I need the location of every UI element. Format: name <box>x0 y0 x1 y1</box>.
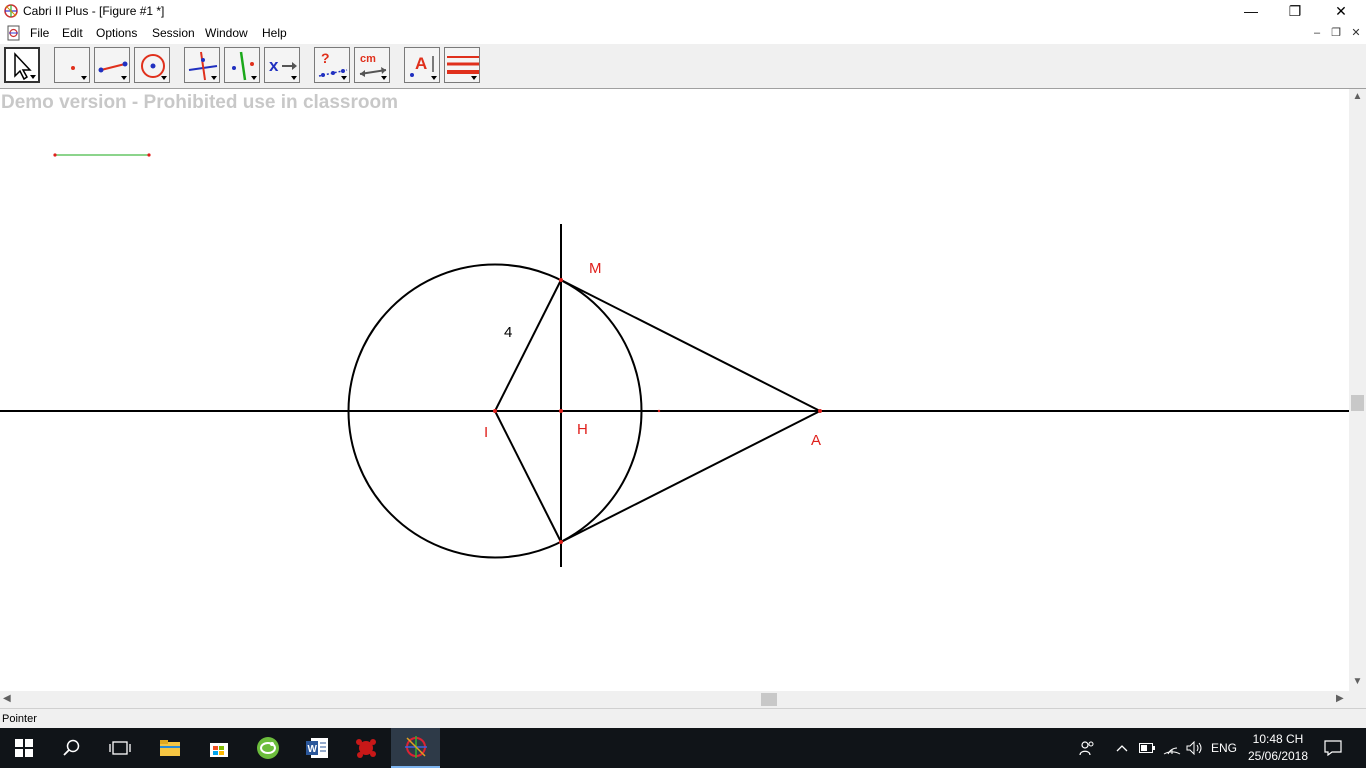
menu-options[interactable]: Options <box>96 26 137 40</box>
text-tool-label: A <box>415 54 427 73</box>
segment-endpoint[interactable] <box>147 153 151 157</box>
app-red-icon[interactable] <box>342 728 390 768</box>
menu-session[interactable]: Session <box>152 26 195 40</box>
clock-date: 25/06/2018 <box>1247 749 1309 763</box>
store-icon[interactable] <box>195 728 243 768</box>
macro-label: x <box>269 56 279 75</box>
document-icon[interactable] <box>6 25 22 41</box>
menu-bar: File Edit Options Session Window Help – … <box>0 22 1366 44</box>
word-icon[interactable]: W <box>293 728 341 768</box>
segment-IM[interactable] <box>494 279 562 412</box>
display-tool[interactable]: A <box>404 47 440 83</box>
cabri-app-icon <box>3 3 19 19</box>
point-I[interactable] <box>493 409 497 413</box>
scroll-right-arrow-icon[interactable]: ▶ <box>1336 693 1344 704</box>
horizontal-scroll-thumb[interactable] <box>761 693 777 706</box>
curve-tool[interactable] <box>134 47 170 83</box>
clock[interactable]: 10:48 CH 25/06/2018 <box>1246 731 1310 765</box>
tangent-MA[interactable] <box>560 279 821 412</box>
task-view-icon[interactable] <box>96 728 144 768</box>
measure-label: cm <box>360 53 376 65</box>
people-icon[interactable] <box>1074 728 1100 768</box>
mdi-restore-button[interactable]: ❐ <box>1328 25 1344 41</box>
mdi-minimize-button[interactable]: – <box>1309 25 1325 41</box>
volume-icon[interactable] <box>1184 728 1206 768</box>
status-bar: Pointer <box>0 708 1366 729</box>
wifi-icon[interactable] <box>1160 728 1184 768</box>
measure-tool[interactable]: cm <box>354 47 390 83</box>
point-A[interactable] <box>818 409 822 413</box>
macro-tool[interactable]: x <box>264 47 300 83</box>
pointer-tool[interactable] <box>4 47 40 83</box>
point-M2[interactable] <box>559 540 563 544</box>
toolbar: x ? cm A <box>0 44 1366 89</box>
point-M[interactable] <box>559 278 563 282</box>
taskbar: W ENG 10:48 CH 25/06/2018 <box>0 728 1366 768</box>
horizontal-scrollbar[interactable]: ◀ ▶ <box>0 691 1349 708</box>
start-icon[interactable] <box>0 728 48 768</box>
title-bar: Cabri II Plus - [Figure #1 *] — ❐ ✕ <box>0 0 1366 22</box>
point-H[interactable] <box>559 409 563 413</box>
attributes-tool[interactable] <box>444 47 480 83</box>
check-property-tool[interactable]: ? <box>314 47 350 83</box>
file-explorer-icon[interactable] <box>146 728 194 768</box>
scroll-up-arrow-icon[interactable]: ▲ <box>1349 91 1366 102</box>
point-midpoint[interactable] <box>657 409 661 413</box>
search-icon[interactable] <box>48 728 96 768</box>
question-label: ? <box>321 50 330 66</box>
menu-help[interactable]: Help <box>262 26 287 40</box>
tangent-M2A[interactable] <box>560 410 821 543</box>
clock-time: 10:48 CH <box>1252 732 1304 746</box>
line-tool[interactable] <box>94 47 130 83</box>
geogebra-icon[interactable] <box>244 728 292 768</box>
notification-icon[interactable] <box>1318 728 1348 768</box>
menu-window[interactable]: Window <box>205 26 248 40</box>
svg-text:W: W <box>308 744 318 755</box>
label-I: I <box>484 424 488 441</box>
scroll-left-arrow-icon[interactable]: ◀ <box>3 693 11 704</box>
menu-edit[interactable]: Edit <box>62 26 83 40</box>
segment-IM2[interactable] <box>494 410 562 543</box>
scroll-corner <box>1349 691 1366 708</box>
close-button[interactable]: ✕ <box>1318 0 1364 22</box>
chevron-up-icon[interactable] <box>1110 728 1134 768</box>
scroll-down-arrow-icon[interactable]: ▼ <box>1349 676 1366 687</box>
minimize-button[interactable]: — <box>1228 0 1274 22</box>
transform-tool[interactable] <box>224 47 260 83</box>
label-M: M <box>589 260 602 277</box>
vertical-scroll-thumb[interactable] <box>1351 395 1364 411</box>
figure-svg: M I H A 4 <box>0 153 1349 567</box>
mdi-close-button[interactable]: ✕ <box>1348 25 1364 41</box>
length-label: 4 <box>504 324 512 341</box>
maximize-button[interactable]: ❐ <box>1272 0 1318 22</box>
label-A: A <box>811 432 821 449</box>
point-tool[interactable] <box>54 47 90 83</box>
status-text: Pointer <box>2 713 37 725</box>
cabri-icon[interactable] <box>391 728 440 768</box>
menu-file[interactable]: File <box>30 26 49 40</box>
drawing-canvas[interactable]: Demo version - Prohibited use in classro… <box>0 89 1349 691</box>
label-H: H <box>577 421 588 438</box>
vertical-scrollbar[interactable]: ▲ ▼ <box>1349 89 1366 691</box>
battery-icon[interactable] <box>1136 728 1158 768</box>
construct-tool[interactable] <box>184 47 220 83</box>
language-indicator[interactable]: ENG <box>1208 728 1240 768</box>
window-title: Cabri II Plus - [Figure #1 *] <box>23 4 165 18</box>
segment-endpoint[interactable] <box>53 153 57 157</box>
